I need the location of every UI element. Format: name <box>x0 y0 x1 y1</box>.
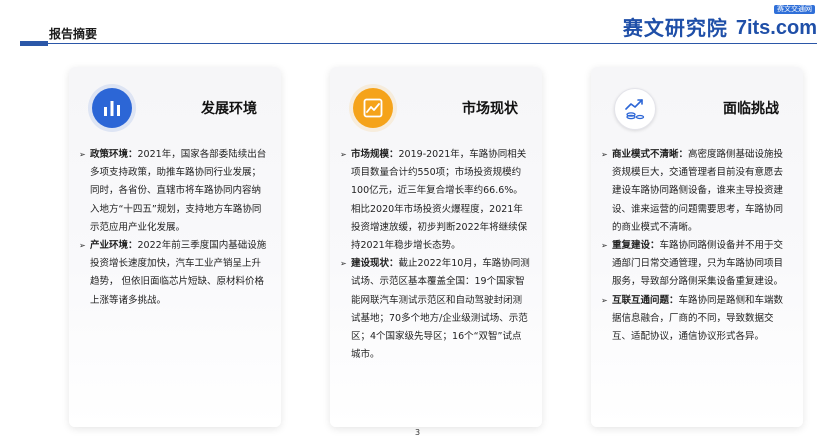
logo-domain-text: 7its.com <box>735 17 817 39</box>
card-development-environment: 发展环境 ➢ 政策环境：2021年，国家各部委陆续出台多项支持政策，助推车路协同行… <box>69 67 281 427</box>
item-label: 政策环境： <box>90 149 138 160</box>
arrow-bullet-icon: ➢ <box>340 259 347 269</box>
list-item: 相比2020年市场投资火爆程度，2021年投资增速放缓，初步判断2022年将继续… <box>340 201 530 256</box>
list-item: ➢ 建设现状：截止2022年10月，车路协同测试场、示范区基本覆盖全国：19个国家… <box>340 255 530 364</box>
list-item: ➢ 商业模式不清晰：高密度路侧基础设施投资规模巨大，交通管理者目前没有意愿去建设车… <box>601 146 791 237</box>
item-label: 重复建设： <box>612 240 660 252</box>
item-text: 截止2022年10月，车路协同测试场、示范区基本覆盖全国：19个国家智能网联汽车… <box>351 258 530 361</box>
item-label: 商业模式不清晰： <box>612 149 689 160</box>
arrow-bullet-icon: ➢ <box>79 241 86 251</box>
list-item: ➢ 产业环境：2022年前三季度国内基础设施投资增长速度加快，汽车工业产销呈上升趋… <box>79 237 269 310</box>
header-divider <box>20 43 817 44</box>
bar-chart-icon <box>92 88 132 128</box>
list-item: ➢ 重复建设：车路协同路侧设备并不用于交通部门日常交通管理，只为车路协同项目服务，… <box>601 237 791 292</box>
card-challenges: 面临挑战 ➢ 商业模式不清晰：高密度路侧基础设施投资规模巨大，交通管理者目前没有意… <box>591 67 803 427</box>
page-number: 3 <box>414 428 421 437</box>
card-title: 面临挑战 <box>723 101 779 117</box>
logo-chinese-name: 赛文研究院 <box>622 16 728 40</box>
card-market-status: 市场现状 ➢ 市场规模：2019-2021年，车路协同相关项目数量合计约550项；… <box>330 67 542 427</box>
card-body: ➢ 商业模式不清晰：高密度路侧基础设施投资规模巨大，交通管理者目前没有意愿去建设车… <box>601 146 791 346</box>
item-label: 建设现状： <box>351 258 399 270</box>
card-title: 发展环境 <box>201 101 257 117</box>
arrow-bullet-icon: ➢ <box>601 295 608 305</box>
header-divider-accent <box>20 41 48 46</box>
arrow-bullet-icon: ➢ <box>79 150 86 159</box>
item-label: 产业环境： <box>90 240 138 252</box>
list-item: ➢ 政策环境：2021年，国家各部委陆续出台多项支持政策，助推车路协同行业发展； <box>79 146 269 182</box>
card-title: 市场现状 <box>462 101 518 117</box>
card-body: ➢ 市场规模：2019-2021年，车路协同相关项目数量合计约550项；市场投资规… <box>340 146 530 364</box>
page-title: 报告摘要 <box>49 27 98 41</box>
logo-domain: 7its.com 赛文交通网 <box>735 5 817 40</box>
arrow-bullet-icon: ➢ <box>340 150 347 159</box>
arrow-bullet-icon: ➢ <box>601 241 608 251</box>
growth-coins-icon <box>614 88 656 130</box>
item-text: 同时，各省份、直辖市将车路协同内容纳入地方“十四五”规划，支持地方车路协同示范应… <box>90 185 262 233</box>
list-item: ➢ 互联互通问题：车路协同是路侧和车端数据信息融合，厂商的不同，导致数据交互、适配… <box>601 292 791 347</box>
item-label: 市场规模： <box>351 149 399 160</box>
item-text: 相比2020年市场投资火爆程度，2021年投资增速放缓，初步判断2022年将继续… <box>351 203 528 252</box>
logo-badge: 赛文交通网 <box>774 5 815 14</box>
item-label: 互联互通问题： <box>612 294 679 306</box>
item-text: 高密度路侧基础设施投资规模巨大，交通管理者目前没有意愿去建设车路协同路侧设备，谁… <box>612 149 784 233</box>
line-chart-icon <box>353 88 393 128</box>
card-body: ➢ 政策环境：2021年，国家各部委陆续出台多项支持政策，助推车路协同行业发展； … <box>79 146 269 310</box>
arrow-bullet-icon: ➢ <box>601 150 608 159</box>
list-item: 同时，各省份、直辖市将车路协同内容纳入地方“十四五”规划，支持地方车路协同示范应… <box>79 182 269 237</box>
brand-logo: 赛文研究院 7its.com 赛文交通网 <box>622 5 817 40</box>
list-item: ➢ 市场规模：2019-2021年，车路协同相关项目数量合计约550项；市场投资规… <box>340 146 530 201</box>
